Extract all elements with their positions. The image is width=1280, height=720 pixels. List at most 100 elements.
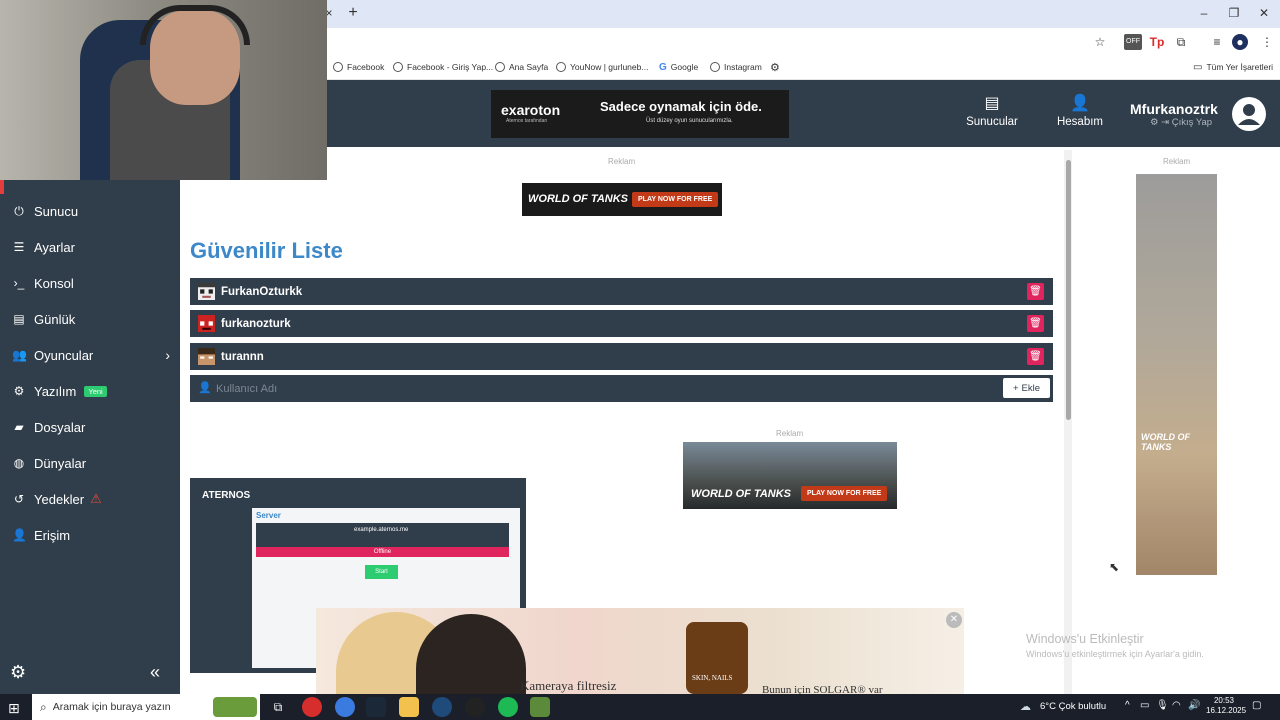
chrome-icon[interactable] [335,697,355,717]
add-button[interactable]: + Ekle [1003,378,1050,398]
monitor-icon[interactable]: ▭ [1140,700,1149,711]
user-avatar-icon [1238,104,1260,125]
all-bookmarks[interactable]: ▭ Tüm Yer İşaretleri [1193,60,1273,74]
sidebar-item-yazilim[interactable]: ⚙ Yazılım Yeni [0,373,180,409]
users-icon: 👥 [12,348,27,362]
wifi-icon[interactable]: ◠ [1172,700,1181,711]
right-ad-banner[interactable]: WORLD OF TANKS [1136,174,1217,575]
ad-wot-logo: WORLD OF TANKS [528,193,629,205]
username-input[interactable] [216,381,996,397]
avatar[interactable] [1232,97,1266,131]
preview-brand: ATERNOS [202,490,251,501]
ad-text: Kameraya filtresiz [520,678,617,693]
top-ad-banner[interactable]: WORLD OF TANKS PLAY NOW FOR FREE [522,183,722,216]
close-window-button[interactable]: ✕ [1250,4,1278,22]
trash-icon[interactable]: 🗑 [1027,283,1044,300]
ad-label: Reklam [1163,157,1191,166]
user-plus-icon: 👤 [198,382,212,394]
chevron-up-icon[interactable]: ^ [1125,700,1130,711]
sidebar-item-oyuncular[interactable]: 👥 Oyuncular › [0,337,180,373]
globe-icon [333,62,343,72]
profile-icon[interactable]: ● [1232,34,1248,50]
sidebar-item-dosyalar[interactable]: ▰ Dosyalar [0,409,180,445]
ad-play-button[interactable]: PLAY NOW FOR FREE [801,486,888,501]
obs-icon[interactable] [465,697,485,717]
ad-subtitle: Üst düzey oyun sunucularımızla. [646,118,733,124]
ad-wot-logo: WORLD OF TANKS [691,488,792,500]
player-name: turannn [221,350,264,363]
spotify-icon[interactable] [498,697,518,717]
scrollbar-thumb[interactable] [1066,160,1071,420]
activation-title: Windows'u Etkinleştir [1026,632,1144,646]
ad-brand: exaroton [501,102,561,118]
gear-icon[interactable]: ⚙ [10,662,26,683]
whitelist-row: turannn 🗑 [190,343,1053,370]
notification-icon[interactable]: ▢ [1252,700,1261,711]
reading-list-icon[interactable]: ≡ [1208,34,1226,50]
player-avatar [198,315,215,332]
restore-button[interactable]: ❐ [1220,4,1248,22]
task-view-icon[interactable]: ⧉ [268,697,288,717]
globe-icon [710,62,720,72]
bookmark-settings[interactable]: ⚙ [770,60,780,74]
nav-account[interactable]: 👤 Hesabım [1045,94,1115,134]
plus-icon: + [1012,382,1019,394]
collapse-sidebar-icon[interactable]: « [150,662,160,683]
close-icon[interactable]: ✕ [946,612,962,628]
minecraft-icon[interactable] [530,697,550,717]
sidebar-item-yedekler[interactable]: ↺ Yedekler ⚠ [0,481,180,517]
webcam-overlay [0,0,327,180]
sidebar-item-konsol[interactable]: ›_ Konsol [0,265,180,301]
kebab-menu-icon[interactable]: ⋮ [1258,34,1276,50]
ad-title: Sadece oynamak için öde. [600,99,762,114]
bookmark-facebook[interactable]: Facebook [333,60,384,74]
bookmark-instagram[interactable]: Instagram [710,60,762,74]
new-badge: Yeni [84,385,107,397]
extension-tp-icon[interactable]: Tp [1148,34,1166,50]
bookmark-facebook-login[interactable]: Facebook - Giriş Yap... [393,60,493,74]
bookmark-google[interactable]: G Google [659,60,698,74]
mic-icon[interactable]: 🎙 [1156,700,1169,711]
folder-icon: ▭ [1193,61,1203,73]
file-explorer-icon[interactable] [399,697,419,717]
mid-ad-banner[interactable]: WORLD OF TANKS PLAY NOW FOR FREE [683,442,897,509]
account-icon: 👤 [1070,95,1090,112]
bookmark-ana-sayfa[interactable]: Ana Sayfa [495,60,548,74]
google-icon: G [659,61,667,73]
bottom-ad-banner[interactable]: SKIN, NAILS [316,608,964,694]
warning-icon: ⚠ [90,491,102,506]
search-highlight-icon[interactable] [213,697,257,717]
ad-play-button[interactable]: PLAY NOW FOR FREE [632,192,719,207]
whitelist-row: FurkanOzturkk 🗑 [190,278,1053,305]
weather-text[interactable]: 6°C Çok bulutlu [1040,701,1106,712]
steam-icon[interactable] [366,697,386,717]
sidebar-item-gunluk[interactable]: ▤ Günlük [0,301,180,337]
trash-icon[interactable]: 🗑 [1027,348,1044,365]
search-icon: ⌕ [40,699,47,714]
trash-icon[interactable]: 🗑 [1027,315,1044,332]
extension-off-icon[interactable]: OFF [1124,34,1142,50]
minimize-button[interactable]: – [1190,4,1218,22]
sidebar-item-erisim[interactable]: 👤 Erişim [0,517,180,553]
volume-icon[interactable]: 🔊 [1188,700,1200,711]
bottle-label: SKIN, NAILS [692,674,733,682]
app-shield-icon[interactable] [432,697,452,717]
nav-servers[interactable]: ▤ Sunucular [957,94,1027,134]
windows-start-icon[interactable]: ⊞ [8,700,20,717]
sidebar-item-dunyalar[interactable]: ◍ Dünyalar [0,445,180,481]
opera-icon[interactable] [302,697,322,717]
new-tab-button[interactable]: + [345,4,361,22]
power-icon: ⏻ [14,203,24,218]
clock[interactable]: 20:53 16.12.2025 [1206,696,1246,716]
folder-icon: ▰ [14,420,24,434]
bookmark-younow[interactable]: YouNow | gurluneb... [556,60,648,74]
preview-sidebar [196,508,252,668]
history-icon: ↺ [13,492,25,506]
player-name: furkanozturk [221,317,291,330]
globe-icon: ◍ [13,456,25,470]
sidebar-item-ayarlar[interactable]: ☰ Ayarlar [0,229,180,265]
sidebar-item-sunucu[interactable]: ⏻ Sunucu [0,193,180,229]
extensions-puzzle-icon[interactable]: ⧉ [1172,34,1190,50]
logout-link[interactable]: ⚙ ⇥ Çıkış Yap [1150,117,1212,128]
star-icon[interactable]: ☆ [1091,34,1109,50]
